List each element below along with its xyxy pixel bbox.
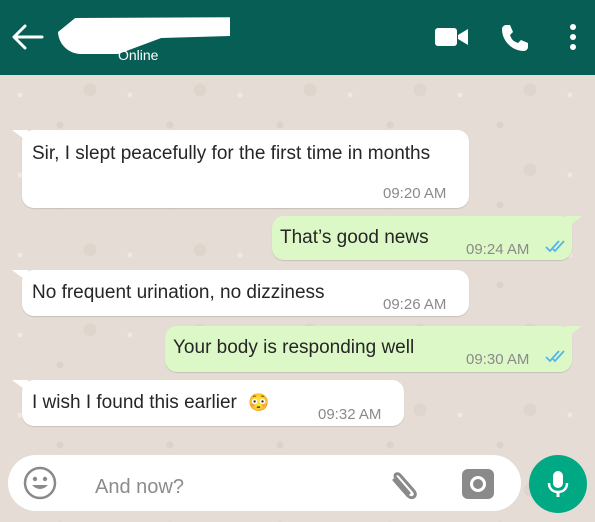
bubble-tail (12, 130, 28, 142)
read-receipt-icon (545, 350, 565, 363)
flushed-face-emoji: 😳 (248, 393, 270, 412)
bubble-tail (566, 216, 582, 228)
phone-call-icon[interactable] (500, 23, 530, 53)
read-receipt-icon (545, 240, 565, 253)
message-bubble-incoming[interactable]: I wish I found this earlier 😳 09:32 AM (22, 380, 404, 426)
message-text-row: I wish I found this earlier 😳 (32, 389, 269, 417)
message-time: 09:24 AM (466, 241, 530, 258)
message-bubble-outgoing[interactable]: Your body is responding well 09:30 AM (165, 326, 572, 372)
bubble-tail (12, 380, 28, 392)
message-text: Sir, I slept peacefully for the first ti… (32, 143, 431, 164)
bubble-tail (566, 326, 582, 338)
message-text: That’s good news (280, 227, 429, 248)
message-time: 09:32 AM (318, 406, 382, 423)
contact-status: Online (118, 47, 159, 63)
message-composer[interactable] (8, 455, 521, 511)
message-text: I wish I found this earlier (32, 392, 237, 413)
chat-header: Online (0, 0, 595, 75)
emoji-icon[interactable] (23, 466, 57, 500)
bubble-tail (12, 270, 28, 282)
more-options-icon[interactable] (566, 22, 580, 52)
message-time: 09:30 AM (466, 351, 530, 368)
attach-icon[interactable] (386, 466, 426, 502)
voice-record-button[interactable] (529, 455, 587, 513)
message-bubble-incoming[interactable]: No frequent urination, no dizziness 09:2… (22, 270, 469, 316)
camera-icon[interactable] (461, 467, 495, 501)
video-call-icon[interactable] (434, 27, 470, 47)
message-time: 09:20 AM (383, 185, 447, 202)
mic-icon (547, 471, 569, 497)
message-time: 09:26 AM (383, 296, 447, 313)
message-text: Your body is responding well (173, 337, 415, 358)
message-bubble-outgoing[interactable]: That’s good news 09:24 AM (272, 216, 572, 260)
back-arrow-icon[interactable] (10, 22, 44, 52)
message-input[interactable]: And now? (95, 476, 184, 499)
message-bubble-incoming[interactable]: Sir, I slept peacefully for the first ti… (22, 130, 469, 208)
message-text: No frequent urination, no dizziness (32, 282, 325, 303)
